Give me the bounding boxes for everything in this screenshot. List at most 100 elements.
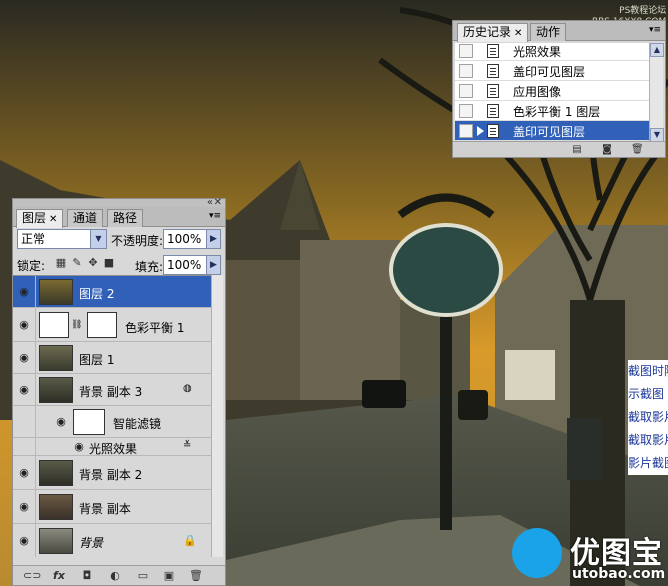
tab-channels-label: 通道 (73, 211, 98, 225)
layer-row[interactable]: ◉ 图层 2 (13, 276, 211, 308)
history-state-icon (487, 84, 499, 98)
trash-icon[interactable]: 🗑 (189, 570, 203, 581)
history-state-icon (487, 64, 499, 78)
side-text-line[interactable]: 截取影片 (628, 429, 668, 452)
divider (35, 490, 36, 523)
history-tabbar: 历史记录 ✕ 动作 ▾≡ (453, 21, 665, 42)
fill-value: 100% (167, 258, 202, 272)
tab-paths-label: 路径 (113, 211, 138, 225)
layer-row[interactable]: ◉ ⛓ 色彩平衡 1 (13, 308, 211, 342)
scroll-up-icon[interactable]: ▲ (650, 43, 664, 57)
snapshot-checkbox[interactable] (459, 44, 473, 58)
fx-icon[interactable]: fx (53, 570, 65, 581)
opacity-input[interactable]: 100% ▶ (163, 229, 221, 249)
layer-name: 色彩平衡 1 (125, 321, 185, 335)
layer-thumbnail (39, 345, 73, 371)
panel-menu-icon[interactable]: ▾≡ (649, 25, 661, 35)
lock-all-icon[interactable]: ■ (103, 257, 115, 269)
snapshot-checkbox[interactable] (459, 64, 473, 78)
tab-layers[interactable]: 图层 ✕ (16, 209, 64, 228)
lock-row: 锁定: ▦ ✎ ✥ ■ 填充: 100% ▶ (13, 253, 225, 275)
layer-thumbnail (39, 494, 73, 520)
blend-mode-select[interactable]: 正常 ▼ (17, 229, 107, 249)
layer-name: 智能滤镜 (113, 417, 162, 431)
camera-icon[interactable]: ◙ (601, 144, 613, 155)
layers-tabbar: 图层 ✕ 通道 路径 ▾≡ (13, 207, 225, 228)
lock-move-icon[interactable]: ✥ (87, 257, 99, 269)
lock-transparent-icon[interactable]: ▦ (55, 257, 67, 269)
history-item[interactable]: 盖印可见图层 (455, 61, 651, 81)
filter-options-icon[interactable]: ≚ (183, 440, 191, 451)
eye-icon[interactable]: ◉ (16, 351, 32, 365)
chevron-down-icon[interactable]: ▼ (90, 230, 106, 248)
history-item[interactable]: 光照效果 (455, 43, 651, 61)
smart-filter-row[interactable]: ◉ 智能滤镜 (13, 406, 211, 438)
history-item-label: 色彩平衡 1 图层 (513, 105, 601, 119)
divider (35, 456, 36, 489)
filter-effect-row[interactable]: ◉ 光照效果 ≚ (13, 438, 211, 456)
scroll-down-icon[interactable]: ▼ (650, 128, 664, 142)
layer-name: 背景 副本 3 (79, 385, 143, 399)
layers-panel: « ✕ 图层 ✕ 通道 路径 ▾≡ 正常 ▼ 不透明度: 100% ▶ 锁定: ▦… (12, 197, 226, 586)
eye-icon[interactable]: ◉ (16, 500, 32, 514)
layer-row[interactable]: ◉ 背景 🔒 (13, 524, 211, 557)
tab-actions-label: 动作 (536, 25, 561, 39)
history-item-selected[interactable]: 盖印可见图层 (455, 121, 651, 141)
lock-brush-icon[interactable]: ✎ (71, 257, 83, 269)
layer-row[interactable]: ◉ 背景 副本 2 (13, 456, 211, 490)
chevron-right-icon[interactable]: ▶ (206, 256, 220, 274)
side-text-column: 截图时隐 示截图 截取影片 截取影片 影片截图 (628, 360, 668, 475)
eye-icon[interactable]: ◉ (16, 285, 32, 299)
eye-icon[interactable]: ◉ (16, 534, 32, 548)
tab-channels[interactable]: 通道 (67, 209, 104, 227)
layer-mask-thumbnail (87, 312, 117, 338)
layer-row[interactable]: ◉ 背景 副本 3 ◍ (13, 374, 211, 406)
layer-name: 光照效果 (89, 442, 138, 456)
tab-actions[interactable]: 动作 (530, 23, 567, 41)
folder-icon[interactable]: ▭ (137, 570, 149, 581)
side-text-line[interactable]: 示截图 (628, 383, 668, 406)
layer-row[interactable]: ◉ 背景 副本 (13, 490, 211, 524)
new-document-icon[interactable]: ▤ (571, 144, 583, 155)
divider (35, 374, 36, 405)
new-layer-icon[interactable]: ▣ (163, 570, 175, 581)
bird-logo-icon (512, 528, 562, 578)
snapshot-checkbox[interactable] (459, 104, 473, 118)
side-text-line[interactable]: 截取影片 (628, 406, 668, 429)
eye-icon[interactable]: ◉ (16, 466, 32, 480)
tab-layers-label: 图层 (22, 211, 47, 225)
close-icon[interactable]: ✕ (514, 28, 522, 39)
tab-history-label: 历史记录 (463, 25, 512, 39)
mask-icon[interactable]: ◘ (81, 570, 93, 581)
eye-icon[interactable]: ◉ (16, 318, 32, 332)
eye-icon[interactable]: ◉ (16, 383, 32, 397)
history-panel: 历史记录✕ 动作 ▾≡ 光照效果 盖印可见图层 应用图像 色彩平衡 1 图层 (452, 20, 666, 158)
history-item-label: 盖印可见图层 (513, 125, 586, 139)
snapshot-checkbox[interactable] (459, 124, 473, 138)
lock-icon: 🔒 (183, 534, 197, 547)
close-icon[interactable]: ✕ (49, 214, 57, 225)
side-text-line[interactable]: 截图时隐 (628, 360, 668, 383)
history-list: 光照效果 盖印可见图层 应用图像 色彩平衡 1 图层 盖印可见图层 (455, 43, 651, 142)
adjustment-icon[interactable]: ◐ (109, 570, 121, 581)
watermark-line1: PS教程论坛 (619, 6, 667, 16)
layer-thumbnail (39, 460, 73, 486)
eye-icon[interactable]: ◉ (71, 440, 87, 454)
eye-icon[interactable]: ◉ (53, 415, 69, 429)
smart-object-icon: ◍ (183, 383, 192, 394)
history-scrollbar[interactable]: ▲ ▼ (649, 43, 664, 142)
chevron-right-icon[interactable]: ▶ (206, 230, 220, 248)
snapshot-checkbox[interactable] (459, 84, 473, 98)
trash-icon[interactable]: 🗑 (631, 144, 644, 155)
history-item[interactable]: 色彩平衡 1 图层 (455, 101, 651, 121)
history-item[interactable]: 应用图像 (455, 81, 651, 101)
link-icon[interactable]: ⊂⊃ (23, 570, 41, 581)
layers-scrollbar[interactable] (211, 275, 223, 557)
history-state-arrow-icon (477, 126, 484, 136)
tab-paths[interactable]: 路径 (107, 209, 144, 227)
layer-row[interactable]: ◉ 图层 1 (13, 342, 211, 374)
tab-history[interactable]: 历史记录 ✕ (457, 23, 529, 42)
fill-input[interactable]: 100% ▶ (163, 255, 221, 275)
side-text-line[interactable]: 影片截图 (628, 452, 668, 475)
panel-menu-icon[interactable]: ▾≡ (209, 211, 221, 221)
